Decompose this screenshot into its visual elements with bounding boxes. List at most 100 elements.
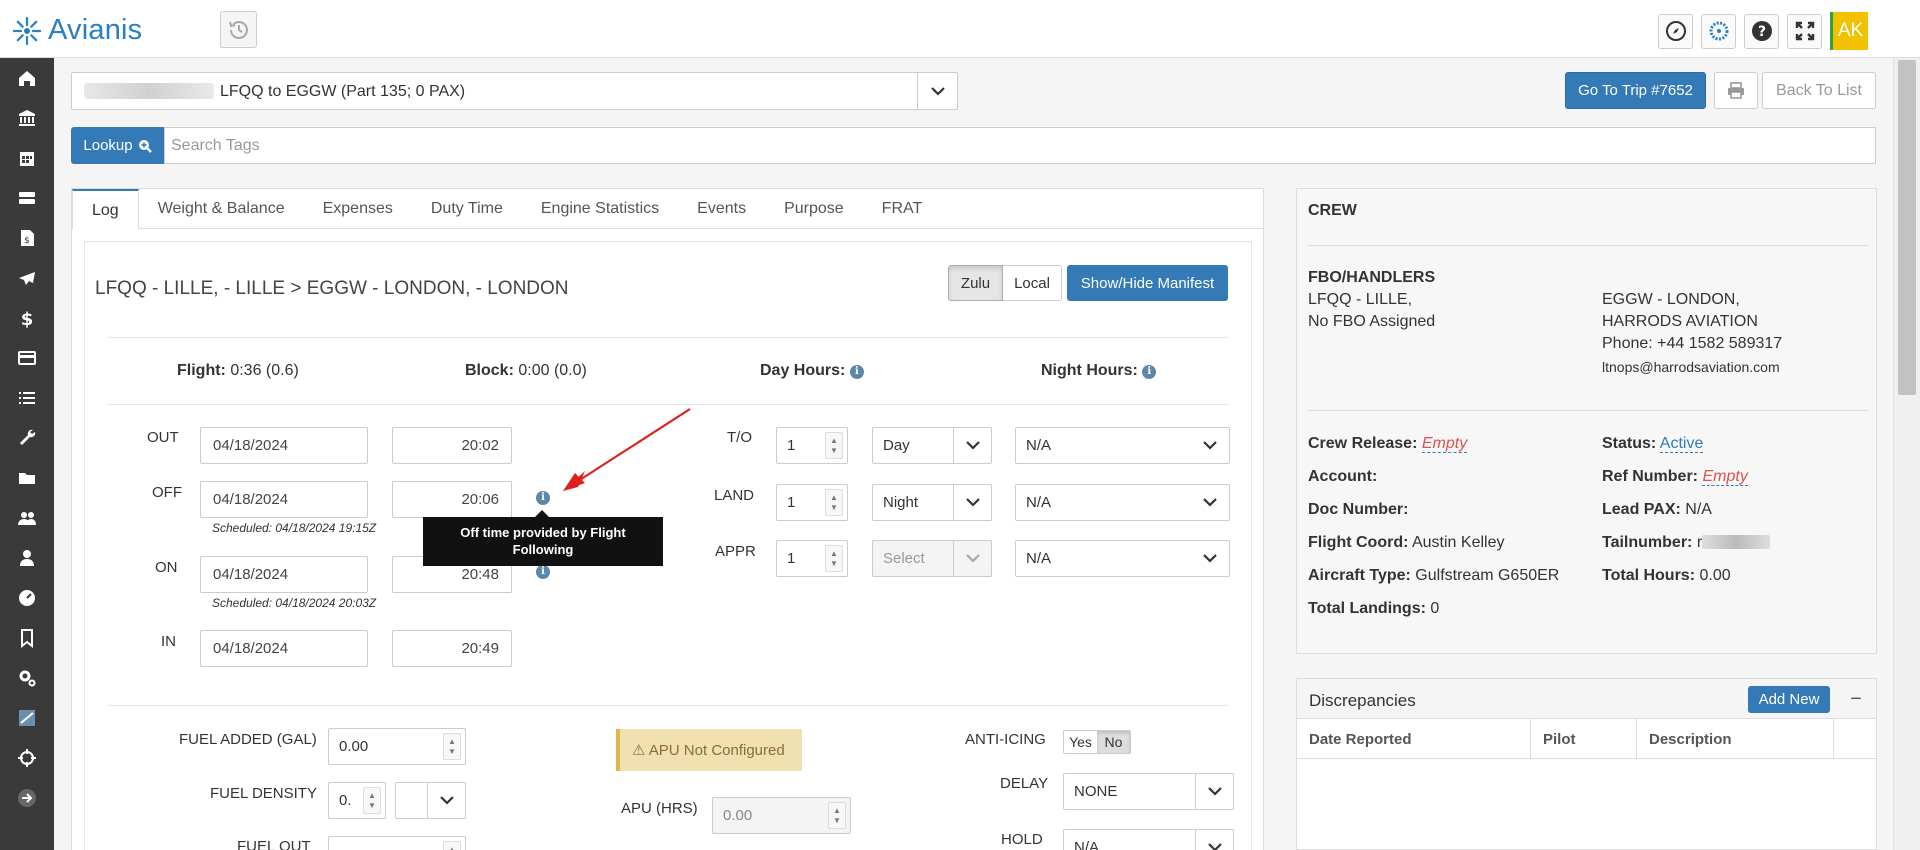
crew-release-value[interactable]: Empty [1421, 435, 1468, 453]
print-button[interactable] [1714, 72, 1758, 109]
server-icon[interactable] [0, 178, 54, 218]
land-count-input[interactable]: 1 ▲ ▼ [776, 484, 848, 521]
anti-icing-yes[interactable]: Yes [1064, 731, 1097, 753]
info-icon[interactable]: i [849, 365, 864, 379]
out-time-input[interactable]: 20:02 [392, 427, 512, 464]
approach-type-select[interactable]: Select [872, 540, 992, 577]
crosshairs-icon[interactable] [0, 738, 54, 778]
apu-hours-input[interactable]: 0.00 ▲ ▼ [712, 797, 851, 834]
takeoff-extra-select[interactable]: N/A [1015, 427, 1230, 464]
search-tags-input[interactable]: Search Tags [164, 127, 1876, 164]
tab-events[interactable]: Events [678, 189, 765, 229]
user-icon[interactable] [0, 538, 54, 578]
on-info-icon[interactable]: i [536, 565, 550, 579]
local-button[interactable]: Local [1003, 265, 1062, 301]
approach-extra: N/A [1026, 550, 1052, 567]
scrollbar-thumb[interactable] [1898, 60, 1916, 395]
approach-extra-select[interactable]: N/A [1015, 540, 1230, 577]
show-hide-manifest-button[interactable]: Show/Hide Manifest [1067, 265, 1228, 301]
column-pilot[interactable]: Pilot [1531, 719, 1637, 759]
fuel-density-input[interactable]: 0. ▲ ▼ [328, 782, 386, 819]
tab-bar: Log Weight & Balance Expenses Duty Time Engi… [72, 189, 1263, 230]
ref-number-value[interactable]: Empty [1702, 468, 1748, 486]
collapse-icon[interactable]: − [1845, 687, 1867, 711]
calendar-icon[interactable] [0, 138, 54, 178]
app-logo[interactable]: Avianis [12, 14, 142, 47]
off-date-input[interactable]: 04/18/2024 [200, 481, 368, 518]
info-icon[interactable]: i [1142, 365, 1157, 379]
go-to-trip-button[interactable]: Go To Trip #7652 [1565, 72, 1706, 109]
fbo-dest-line2: HARRODS AVIATION [1602, 313, 1758, 330]
column-date-reported[interactable]: Date Reported [1297, 719, 1531, 759]
bookmark-icon[interactable] [0, 618, 54, 658]
land-period-select[interactable]: Night [872, 484, 992, 521]
lead-pax-value: N/A [1685, 501, 1712, 518]
user-avatar[interactable]: AK [1830, 12, 1868, 50]
back-to-list-button[interactable]: Back To List [1762, 72, 1876, 109]
vertical-scrollbar[interactable] [1893, 58, 1920, 850]
credit-card-icon[interactable] [0, 338, 54, 378]
spinner-arrows[interactable]: ▲▼ [443, 733, 461, 760]
lookup-button[interactable]: Lookup [71, 127, 164, 164]
spinner-arrows[interactable]: ▲▼ [443, 841, 461, 850]
takeoff-count-input[interactable]: 1 ▲ ▼ [776, 427, 848, 464]
fuel-density-unit-select[interactable] [395, 782, 466, 819]
spinner-arrows[interactable]: ▲▼ [363, 787, 381, 814]
tab-duty-time[interactable]: Duty Time [412, 189, 522, 229]
total-landings: Total Landings: 0 [1308, 600, 1439, 618]
fbo-dest-email[interactable]: ltnops@harrodsaviation.com [1602, 359, 1780, 375]
off-info-icon[interactable]: i [536, 491, 550, 505]
arrow-right-icon[interactable] [0, 778, 54, 818]
bank-icon[interactable] [0, 98, 54, 138]
fullscreen-icon[interactable] [1787, 13, 1822, 49]
compass-icon[interactable] [1658, 13, 1693, 49]
block-time: Block: 0:00 (0.0) [465, 362, 587, 380]
hold-select[interactable]: N/A [1063, 829, 1234, 850]
tab-log[interactable]: Log [72, 189, 139, 230]
add-new-discrepancy-button[interactable]: Add New [1748, 686, 1830, 713]
cogs-icon[interactable] [0, 658, 54, 698]
invoice-icon[interactable]: $ [0, 218, 54, 258]
users-icon[interactable] [0, 498, 54, 538]
tab-engine-statistics[interactable]: Engine Statistics [522, 189, 678, 229]
history-button[interactable] [220, 11, 257, 48]
dollar-icon[interactable]: $ [0, 298, 54, 338]
spinner-arrows[interactable]: ▲▼ [825, 432, 843, 459]
block-label: Block: [465, 362, 514, 379]
spinner-arrows[interactable]: ▲▼ [825, 489, 843, 516]
spinner-arrows[interactable]: ▲▼ [825, 545, 843, 572]
flight-coord-label: Flight Coord: [1308, 534, 1409, 551]
wrench-icon[interactable] [0, 418, 54, 458]
flight-board-icon[interactable] [0, 698, 54, 738]
off-time-input[interactable]: 20:06 [392, 481, 512, 518]
in-time-input[interactable]: 20:49 [392, 630, 512, 667]
zulu-button[interactable]: Zulu [948, 265, 1003, 301]
column-description[interactable]: Description [1637, 719, 1834, 759]
folder-icon[interactable] [0, 458, 54, 498]
takeoff-period-select[interactable]: Day [872, 427, 992, 464]
list-icon[interactable] [0, 378, 54, 418]
status-value[interactable]: Active [1659, 435, 1704, 453]
trip-selector[interactable]: LFQQ to EGGW (Part 135; 0 PAX) [71, 72, 958, 110]
fuel-added-input[interactable]: 0.00 ▲ ▼ [328, 728, 466, 765]
plane-icon[interactable] [0, 258, 54, 298]
tab-purpose[interactable]: Purpose [765, 189, 863, 229]
tab-frat[interactable]: FRAT [863, 189, 942, 229]
out-date-input[interactable]: 04/18/2024 [200, 427, 368, 464]
anti-icing-toggle[interactable]: Yes No [1063, 730, 1131, 754]
chevron-down-icon[interactable] [917, 73, 957, 109]
spinner-arrows[interactable]: ▲▼ [828, 802, 846, 829]
delay-select[interactable]: NONE [1063, 773, 1234, 810]
avianis-icon[interactable] [1701, 13, 1736, 49]
dashboard-icon[interactable] [0, 578, 54, 618]
land-extra-select[interactable]: N/A [1015, 484, 1230, 521]
help-icon[interactable]: ? [1744, 13, 1779, 49]
tab-weight-balance[interactable]: Weight & Balance [139, 189, 304, 229]
approach-count-input[interactable]: 1 ▲ ▼ [776, 540, 848, 577]
tab-expenses[interactable]: Expenses [304, 189, 412, 229]
anti-icing-no[interactable]: No [1097, 731, 1130, 753]
in-date-input[interactable]: 04/18/2024 [200, 630, 368, 667]
home-icon[interactable] [0, 58, 54, 98]
fuel-out-input[interactable]: ▲▼ [328, 836, 466, 850]
on-date-input[interactable]: 04/18/2024 [200, 556, 368, 593]
